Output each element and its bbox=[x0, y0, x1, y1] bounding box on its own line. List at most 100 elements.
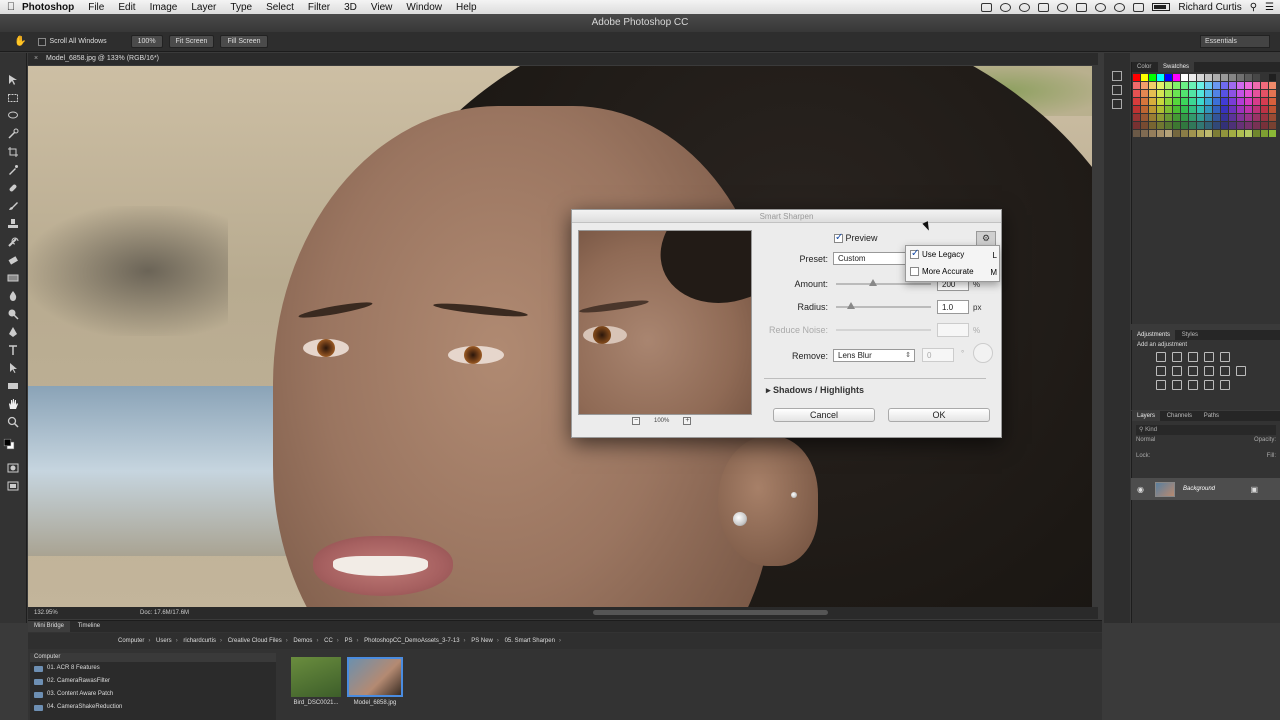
swatch[interactable] bbox=[1221, 98, 1228, 105]
zoom-tool-icon[interactable] bbox=[7, 415, 19, 428]
swatch[interactable] bbox=[1229, 74, 1236, 81]
folder-item[interactable]: 01. ACR 8 Features bbox=[30, 662, 276, 675]
breadcrumb-item[interactable]: 05. Smart Sharpen bbox=[505, 638, 555, 644]
blur-tool-icon[interactable] bbox=[7, 289, 19, 301]
selective-color-icon[interactable] bbox=[1220, 380, 1230, 390]
dodge-tool-icon[interactable] bbox=[7, 307, 19, 320]
swatch[interactable] bbox=[1229, 98, 1236, 105]
swatch[interactable] bbox=[1245, 114, 1252, 121]
swatch[interactable] bbox=[1261, 114, 1268, 121]
swatch[interactable] bbox=[1165, 98, 1172, 105]
radius-input[interactable]: 1.0 bbox=[937, 300, 969, 314]
swatch[interactable] bbox=[1181, 82, 1188, 89]
swatch[interactable] bbox=[1149, 130, 1156, 137]
swatch[interactable] bbox=[1245, 122, 1252, 129]
swatch[interactable] bbox=[1237, 90, 1244, 97]
swatch[interactable] bbox=[1157, 106, 1164, 113]
swatch[interactable] bbox=[1197, 74, 1204, 81]
vibrance-icon[interactable] bbox=[1220, 352, 1230, 362]
breadcrumb-item[interactable]: PS New bbox=[471, 638, 493, 644]
swatch[interactable] bbox=[1189, 122, 1196, 129]
swatch[interactable] bbox=[1269, 98, 1276, 105]
swatch[interactable] bbox=[1205, 114, 1212, 121]
swatch[interactable] bbox=[1229, 130, 1236, 137]
move-tool-icon[interactable] bbox=[7, 73, 19, 85]
swatch[interactable] bbox=[1237, 114, 1244, 121]
rectangle-tool-icon[interactable] bbox=[7, 379, 19, 391]
swatch[interactable] bbox=[1165, 122, 1172, 129]
swatch[interactable] bbox=[1197, 82, 1204, 89]
swatch[interactable] bbox=[1213, 130, 1220, 137]
spotlight-icon[interactable]: ⚲ bbox=[1250, 2, 1257, 13]
eyedropper-tool-icon[interactable] bbox=[7, 163, 19, 175]
swatch[interactable] bbox=[1269, 82, 1276, 89]
ok-button[interactable]: OK bbox=[888, 408, 990, 422]
camera-icon[interactable] bbox=[981, 2, 993, 12]
swatch[interactable] bbox=[1173, 114, 1180, 121]
wifi-icon[interactable] bbox=[1114, 2, 1126, 12]
swatch[interactable] bbox=[1237, 82, 1244, 89]
swatch[interactable] bbox=[1205, 74, 1212, 81]
swatch[interactable] bbox=[1141, 122, 1148, 129]
fill-screen-button[interactable]: Fill Screen bbox=[220, 35, 268, 48]
swatch[interactable] bbox=[1213, 106, 1220, 113]
tab-mini-bridge[interactable]: Mini Bridge bbox=[28, 621, 71, 632]
swatch[interactable] bbox=[1181, 74, 1188, 81]
folder-item[interactable]: 03. Content Aware Patch bbox=[30, 688, 276, 701]
swatch[interactable] bbox=[1205, 106, 1212, 113]
photo-filter-icon[interactable] bbox=[1204, 366, 1214, 376]
swatch[interactable] bbox=[1237, 98, 1244, 105]
swatch[interactable] bbox=[1221, 90, 1228, 97]
swatch[interactable] bbox=[1205, 122, 1212, 129]
swatch[interactable] bbox=[1149, 122, 1156, 129]
posterize-icon[interactable] bbox=[1172, 380, 1182, 390]
swatch[interactable] bbox=[1205, 98, 1212, 105]
swatch[interactable] bbox=[1165, 130, 1172, 137]
swatch[interactable] bbox=[1197, 106, 1204, 113]
tab-styles[interactable]: Styles bbox=[1177, 330, 1203, 340]
eye-icon[interactable]: ◉ bbox=[1137, 485, 1147, 494]
swatch[interactable] bbox=[1157, 82, 1164, 89]
swatch[interactable] bbox=[1189, 74, 1196, 81]
channel-mixer-icon[interactable] bbox=[1220, 366, 1230, 376]
swatch[interactable] bbox=[1189, 114, 1196, 121]
quick-mask-icon[interactable] bbox=[7, 461, 19, 473]
swatch[interactable] bbox=[1197, 122, 1204, 129]
close-document-icon[interactable]: × bbox=[34, 55, 38, 62]
swatch[interactable] bbox=[1133, 114, 1140, 121]
swatch[interactable] bbox=[1173, 122, 1180, 129]
thumbnail-item[interactable]: Bird_DSC0021... bbox=[286, 657, 346, 706]
swatch[interactable] bbox=[1253, 74, 1260, 81]
menu-help[interactable]: Help bbox=[456, 2, 477, 13]
swatch[interactable] bbox=[1173, 74, 1180, 81]
swatch[interactable] bbox=[1221, 74, 1228, 81]
swatch[interactable] bbox=[1141, 82, 1148, 89]
swatch[interactable] bbox=[1253, 114, 1260, 121]
swatch[interactable] bbox=[1157, 98, 1164, 105]
swatch[interactable] bbox=[1149, 106, 1156, 113]
menu-3d[interactable]: 3D bbox=[344, 2, 357, 13]
swatch[interactable] bbox=[1245, 106, 1252, 113]
hand-tool-preset-icon[interactable]: ✋ bbox=[14, 36, 26, 47]
swatch[interactable] bbox=[1261, 82, 1268, 89]
swatch[interactable] bbox=[1133, 90, 1140, 97]
swatch[interactable] bbox=[1149, 114, 1156, 121]
folder-item[interactable]: 04. CameraShakeReduction bbox=[30, 701, 276, 714]
swatch[interactable] bbox=[1165, 90, 1172, 97]
zoom-in-button[interactable]: + bbox=[683, 417, 692, 425]
hand-tool-icon[interactable] bbox=[7, 397, 19, 409]
thumbnail-item[interactable]: Model_6858.jpg bbox=[346, 657, 404, 706]
preview-checkbox[interactable]: Preview bbox=[834, 232, 878, 244]
swatch[interactable] bbox=[1269, 114, 1276, 121]
display-icon[interactable] bbox=[1038, 2, 1050, 12]
clone-stamp-tool-icon[interactable] bbox=[7, 217, 19, 229]
swatch[interactable] bbox=[1133, 82, 1140, 89]
swatch[interactable] bbox=[1157, 114, 1164, 121]
swatch[interactable] bbox=[1221, 130, 1228, 137]
swatch[interactable] bbox=[1253, 130, 1260, 137]
swatch[interactable] bbox=[1165, 106, 1172, 113]
swatch[interactable] bbox=[1189, 82, 1196, 89]
reduce-noise-input[interactable] bbox=[937, 323, 969, 337]
swatch[interactable] bbox=[1253, 82, 1260, 89]
swatch[interactable] bbox=[1173, 106, 1180, 113]
